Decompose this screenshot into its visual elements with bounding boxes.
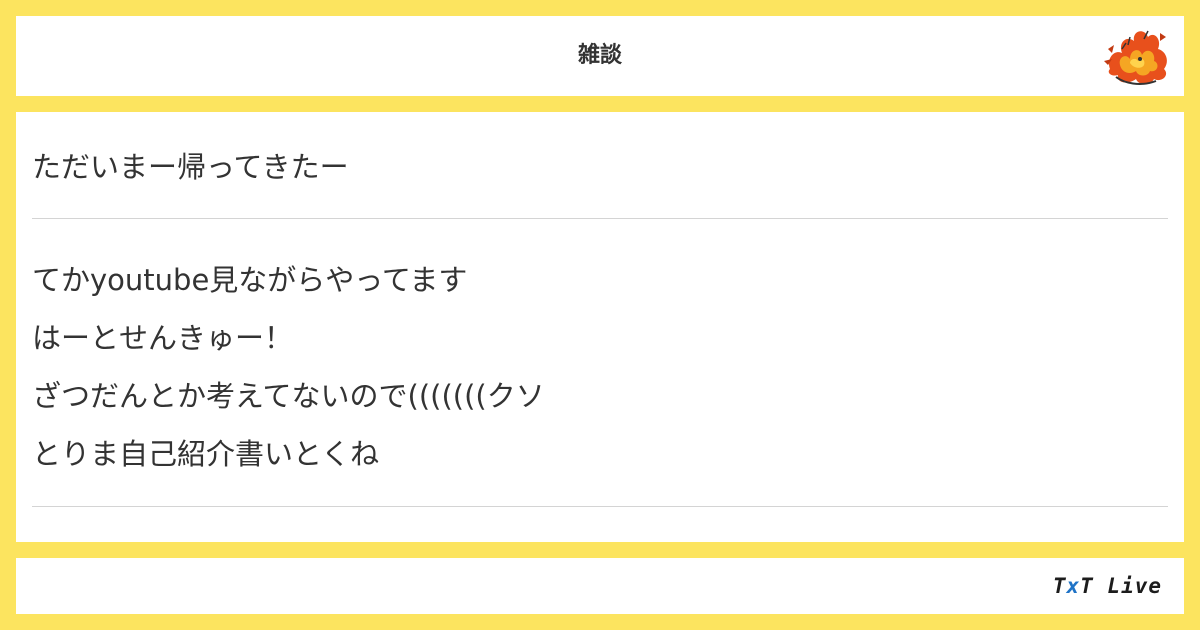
post-block-greeting: ただいまー帰ってきたー: [32, 112, 1168, 219]
post-content: ただいまー帰ってきたー てかyoutube見ながらやってます はーとせんきゅー！…: [16, 112, 1184, 542]
brand-text-part2: T Live: [1080, 574, 1162, 598]
brand-text-part1: T: [1052, 574, 1067, 598]
brand-logo[interactable]: TxT Live: [1053, 558, 1162, 614]
avatar[interactable]: [1100, 19, 1174, 93]
header-bar: 雑談: [16, 16, 1184, 96]
page-title: 雑談: [577, 43, 622, 68]
brand-accent-letter: x: [1066, 574, 1081, 598]
post-block-body: てかyoutube見ながらやってます はーとせんきゅー！ ざつだんとか考えてない…: [32, 219, 1168, 507]
post-line: てかyoutube見ながらやってます: [32, 263, 468, 297]
flame-creature-icon: [1104, 30, 1167, 85]
post-line: はーとせんきゅー！: [32, 321, 294, 355]
post-line: とりま自己紹介書いとくね: [32, 437, 380, 471]
post-line: ざつだんとか考えてないので(((((((クソ: [32, 379, 545, 413]
footer-bar: TxT Live: [16, 558, 1184, 614]
post-line: ただいまー帰ってきたー: [32, 150, 349, 184]
